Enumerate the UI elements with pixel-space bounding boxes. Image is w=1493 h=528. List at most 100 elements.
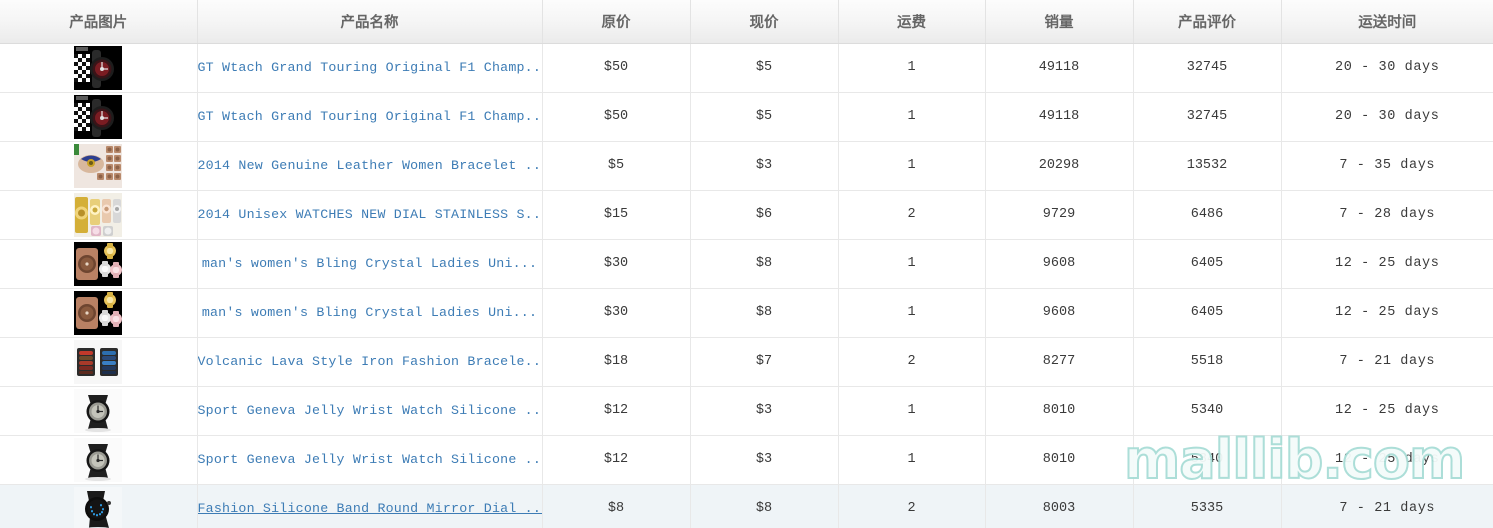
table-row[interactable]: Sport Geneva Jelly Wrist Watch Silicone …	[0, 435, 1493, 485]
reviews-value: 13532	[1186, 158, 1228, 173]
shipping-time-value: 12 - 25 days	[1335, 305, 1440, 320]
table-row[interactable]: man's women's Bling Crystal Ladies Uni..…	[0, 239, 1493, 289]
table-row[interactable]: Sport Geneva Jelly Wrist Watch Silicone …	[0, 386, 1493, 436]
current-price-value: $8	[755, 305, 773, 320]
product-name-link[interactable]: Sport Geneva Jelly Wrist Watch Silicone …	[198, 452, 542, 467]
product-name-link[interactable]: man's women's Bling Crystal Ladies Uni..…	[202, 256, 537, 271]
table-row[interactable]: Volcanic Lava Style Iron Fashion Bracele…	[0, 337, 1493, 387]
product-thumbnail-bling-crystal-ladies[interactable]	[74, 290, 123, 335]
product-thumbnail-silicone-band-mirror-dial-led[interactable]	[74, 486, 123, 528]
column-header-orig-price[interactable]: 原价	[542, 0, 691, 44]
cell-shipping-time: 7 - 21 days	[1281, 484, 1493, 528]
table-header-row: 产品图片 产品名称 原价 现价 运费 销量 产品评价 运送时间	[0, 0, 1493, 44]
product-thumbnail-gt-watch-f1-chequered[interactable]	[74, 45, 123, 90]
cell-product-name[interactable]: Volcanic Lava Style Iron Fashion Bracele…	[197, 337, 543, 387]
cell-product-name[interactable]: Fashion Silicone Band Round Mirror Dial …	[197, 484, 543, 528]
product-thumbnail-geneva-jelly-silicone-watch[interactable]	[74, 388, 123, 433]
cell-product-name[interactable]: man's women's Bling Crystal Ladies Uni..…	[197, 288, 543, 338]
product-name-link[interactable]: 2014 Unisex WATCHES NEW DIAL STAINLESS S…	[198, 207, 542, 222]
cell-product-image[interactable]	[0, 239, 198, 289]
cell-product-name[interactable]: 2014 Unisex WATCHES NEW DIAL STAINLESS S…	[197, 190, 543, 240]
cell-shipping-time: 7 - 35 days	[1281, 141, 1493, 191]
column-header-ship-time[interactable]: 运送时间	[1281, 0, 1493, 44]
cell-current-price: $7	[690, 337, 839, 387]
cell-product-image[interactable]	[0, 141, 198, 191]
shipping-fee-value: 2	[907, 354, 916, 369]
original-price-value: $30	[603, 256, 629, 271]
shipping-fee-value: 1	[907, 305, 916, 320]
table-row[interactable]: GT Wtach Grand Touring Original F1 Champ…	[0, 43, 1493, 93]
cell-reviews: 6405	[1133, 288, 1282, 338]
cell-product-name[interactable]: GT Wtach Grand Touring Original F1 Champ…	[197, 43, 543, 93]
cell-original-price: $15	[542, 190, 691, 240]
product-name-link[interactable]: GT Wtach Grand Touring Original F1 Champ…	[198, 60, 542, 75]
cell-product-image[interactable]	[0, 190, 198, 240]
product-name-link[interactable]: Volcanic Lava Style Iron Fashion Bracele…	[198, 354, 542, 369]
original-price-value: $8	[607, 501, 625, 516]
cell-original-price: $5	[542, 141, 691, 191]
cell-sales: 20298	[985, 141, 1134, 191]
cell-product-image[interactable]	[0, 288, 198, 338]
cell-sales: 49118	[985, 92, 1134, 142]
column-header-reviews[interactable]: 产品评价	[1133, 0, 1282, 44]
column-header-shipping-fee[interactable]: 运费	[838, 0, 986, 44]
table-row[interactable]: GT Wtach Grand Touring Original F1 Champ…	[0, 92, 1493, 142]
column-header-image[interactable]: 产品图片	[0, 0, 198, 44]
current-price-value: $8	[755, 501, 773, 516]
table-row[interactable]: 2014 Unisex WATCHES NEW DIAL STAINLESS S…	[0, 190, 1493, 240]
cell-product-image[interactable]	[0, 43, 198, 93]
product-thumbnail-gt-watch-f1-chequered[interactable]	[74, 94, 123, 139]
cell-current-price: $8	[690, 239, 839, 289]
cell-product-image[interactable]	[0, 435, 198, 485]
sales-value: 8010	[1042, 403, 1076, 418]
product-name-link[interactable]: 2014 New Genuine Leather Women Bracelet …	[198, 158, 542, 173]
current-price-value: $5	[755, 60, 773, 75]
product-thumbnail-leather-bracelet-women[interactable]	[74, 143, 123, 188]
product-name-link[interactable]: Sport Geneva Jelly Wrist Watch Silicone …	[198, 403, 542, 418]
cell-product-image[interactable]	[0, 337, 198, 387]
product-name-link[interactable]: Fashion Silicone Band Round Mirror Dial …	[198, 501, 542, 516]
cell-reviews: 5340	[1133, 386, 1282, 436]
column-header-cur-price[interactable]: 现价	[690, 0, 839, 44]
cell-current-price: $3	[690, 141, 839, 191]
product-thumbnail-bling-crystal-ladies[interactable]	[74, 241, 123, 286]
cell-shipping-fee: 1	[838, 239, 986, 289]
column-header-sales[interactable]: 销量	[985, 0, 1134, 44]
product-thumbnail-volcanic-lava-iron-bracelet[interactable]	[74, 339, 123, 384]
cell-product-image[interactable]	[0, 386, 198, 436]
column-header-name[interactable]: 产品名称	[197, 0, 543, 44]
current-price-value: $7	[755, 354, 773, 369]
sales-value: 8010	[1042, 452, 1076, 467]
cell-product-name[interactable]: Sport Geneva Jelly Wrist Watch Silicone …	[197, 435, 543, 485]
product-name-link[interactable]: man's women's Bling Crystal Ladies Uni..…	[202, 305, 537, 320]
cell-product-name[interactable]: GT Wtach Grand Touring Original F1 Champ…	[197, 92, 543, 142]
cell-reviews: 6486	[1133, 190, 1282, 240]
product-name-link[interactable]: GT Wtach Grand Touring Original F1 Champ…	[198, 109, 542, 124]
cell-product-name[interactable]: man's women's Bling Crystal Ladies Uni..…	[197, 239, 543, 289]
cell-sales: 9729	[985, 190, 1134, 240]
shipping-fee-value: 1	[907, 256, 916, 271]
product-thumbnail-unisex-stainless-watches[interactable]	[74, 192, 123, 237]
cell-shipping-fee: 1	[838, 141, 986, 191]
product-thumbnail-geneva-jelly-silicone-watch[interactable]	[74, 437, 123, 482]
table-row[interactable]: Fashion Silicone Band Round Mirror Dial …	[0, 484, 1493, 528]
cell-product-name[interactable]: Sport Geneva Jelly Wrist Watch Silicone …	[197, 386, 543, 436]
original-price-value: $12	[603, 403, 629, 418]
shipping-fee-value: 2	[907, 501, 916, 516]
shipping-time-value: 20 - 30 days	[1335, 109, 1440, 124]
cell-shipping-fee: 2	[838, 484, 986, 528]
cell-original-price: $8	[542, 484, 691, 528]
cell-product-image[interactable]	[0, 484, 198, 528]
original-price-value: $50	[603, 60, 629, 75]
cell-sales: 49118	[985, 43, 1134, 93]
table-row[interactable]: man's women's Bling Crystal Ladies Uni..…	[0, 288, 1493, 338]
shipping-time-value: 12 - 25 days	[1335, 256, 1440, 271]
cell-product-name[interactable]: 2014 New Genuine Leather Women Bracelet …	[197, 141, 543, 191]
sales-value: 49118	[1038, 60, 1080, 75]
original-price-value: $12	[603, 452, 629, 467]
cell-original-price: $50	[542, 92, 691, 142]
cell-reviews: 32745	[1133, 43, 1282, 93]
cell-product-image[interactable]	[0, 92, 198, 142]
table-row[interactable]: 2014 New Genuine Leather Women Bracelet …	[0, 141, 1493, 191]
cell-current-price: $3	[690, 386, 839, 436]
